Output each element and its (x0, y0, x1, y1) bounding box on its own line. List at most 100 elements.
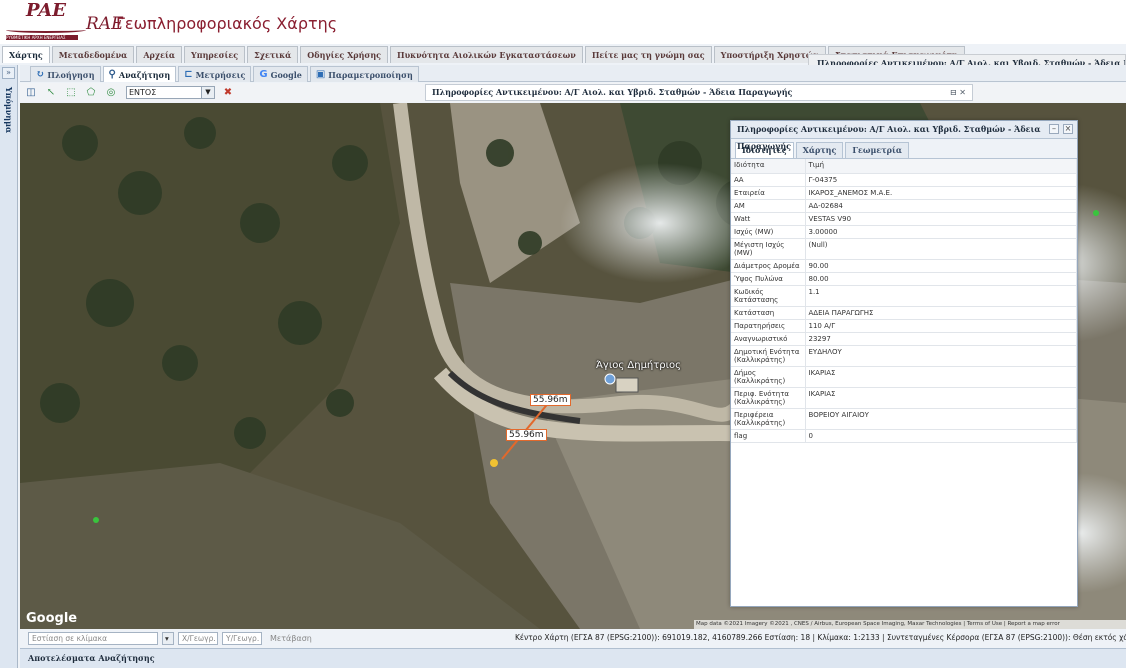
rae-logo: PAE RAE ΡΥΘΜΙΣΤΙΚΗ ΑΡΧΗ ΕΝΕΡΓΕΙΑΣ (4, 0, 124, 40)
table-row[interactable]: ΑΑ Γ-04375 (731, 173, 1077, 187)
google-icon: G (259, 68, 268, 80)
tab-files[interactable]: Αρχεία (136, 46, 183, 63)
property-name: Εταιρεία (731, 186, 806, 200)
property-value: 110 Α/Γ (805, 319, 1077, 333)
tab-services[interactable]: Υπηρεσίες (184, 46, 246, 63)
table-row[interactable]: Περιφέρεια (Καλλικράτης) ΒΟΡΕΙΟΥ ΑΙΓΑΙΟΥ (731, 408, 1077, 430)
property-value: ΑΔ-02684 (805, 199, 1077, 213)
table-row[interactable]: ΑΜ ΑΔ-02684 (731, 199, 1077, 213)
property-name: Αναγνωριστικό (731, 332, 806, 346)
table-row[interactable]: Αναγνωριστικό 23297 (731, 332, 1077, 346)
legend-label[interactable]: Υπόμνημα (4, 87, 14, 133)
logo-band: ΡΥΘΜΙΣΤΙΚΗ ΑΡΧΗ ΕΝΕΡΓΕΙΑΣ (6, 35, 78, 40)
info-window-title: Πληροφορίες Αντικειμένου: Α/Γ Αιολ. και … (432, 87, 793, 97)
property-name: flag (731, 429, 806, 443)
tool-tabs: ↻ Πλοήγηση ⚲ Αναζήτηση ⊏ Μετρήσεις G Google … (20, 65, 1126, 82)
tab-google[interactable]: G Google (253, 66, 308, 82)
property-name: Δημοτική Ενότητα (Καλλικράτης) (731, 345, 806, 367)
tab-geometry[interactable]: Γεωμετρία (845, 142, 909, 158)
property-value: ΙΚΑΡΟΣ_ΑΝΕΜΟΣ Μ.Α.Ε. (805, 186, 1077, 200)
column-header-property[interactable]: Ιδιότητα (731, 159, 806, 174)
column-header-value[interactable]: Τιμή (805, 159, 1077, 174)
tab-about[interactable]: Σχετικά (247, 46, 299, 63)
property-name: Μέγιστη Ισχύς (MW) (731, 238, 806, 260)
property-value: ΒΟΡΕΙΟΥ ΑΙΓΑΙΟΥ (805, 408, 1077, 430)
circle-select-icon[interactable]: ◎ (104, 86, 118, 100)
property-name: Δήμος (Καλλικράτης) (731, 366, 806, 388)
tab-wind-density[interactable]: Πυκνότητα Αιολικών Εγκαταστάσεων (390, 46, 583, 63)
spatial-filter-select[interactable]: ΕΝΤΟΣ (126, 86, 202, 99)
tab-search[interactable]: ⚲ Αναζήτηση (102, 66, 177, 82)
property-name: ΑΜ (731, 199, 806, 213)
property-name: Κατάσταση (731, 306, 806, 320)
property-value: 90.00 (805, 259, 1077, 273)
measurement-label: 55.96m (530, 394, 571, 406)
go-to-button[interactable]: Μετάβαση (270, 634, 312, 643)
property-value: Γ-04375 (805, 173, 1077, 187)
table-row[interactable]: Διάμετρος Δρομέα 90.00 (731, 259, 1077, 273)
table-row[interactable]: Περιφ. Ενότητα (Καλλικράτης) ΙΚΑΡΙΑΣ (731, 387, 1077, 409)
panel-header[interactable]: Πληροφορίες Αντικειμένου: Α/Γ Αιολ. και … (731, 121, 1077, 151)
window-controls[interactable]: ⊟ ✕ (950, 85, 966, 100)
tab-settings[interactable]: ▣ Παραμετροποίηση (309, 66, 419, 82)
chevron-down-icon[interactable]: ▼ (201, 86, 215, 99)
x-coordinate-input[interactable]: Χ/Γεωγρ. (178, 631, 218, 645)
search-icon: ⚲ (108, 68, 116, 80)
property-value: ΕΥΔΗΛΟΥ (805, 345, 1077, 367)
tab-feedback[interactable]: Πείτε μας τη γνώμη σας (584, 46, 712, 63)
property-name: Κωδικός Κατάστασης (731, 285, 806, 307)
expand-legend-button[interactable]: » (2, 67, 15, 79)
chevron-down-icon[interactable]: ▾ (162, 631, 174, 645)
property-value: VESTAS V90 (805, 212, 1077, 226)
property-name: Watt (731, 212, 806, 226)
table-row[interactable]: flag 0 (731, 429, 1077, 443)
point-select-icon[interactable]: ↖ (44, 86, 58, 100)
table-row[interactable]: Ισχύς (MW) 3.00000 (731, 225, 1077, 239)
property-value: 23297 (805, 332, 1077, 346)
map-status-bar: Εστίαση σε κλίμακα ▾ Χ/Γεωγρ. Υ/Γεωγρ. Μ… (20, 629, 1126, 647)
property-value: (Null) (805, 238, 1077, 260)
box-select-icon[interactable]: ⬚ (64, 86, 78, 100)
clear-selection-icon[interactable]: ✖ (221, 86, 235, 100)
property-name: Διάμετρος Δρομέα (731, 259, 806, 273)
close-icon[interactable]: × (1063, 124, 1073, 134)
select-all-icon[interactable]: ◫ (24, 86, 38, 100)
property-value: 3.00000 (805, 225, 1077, 239)
main-tabs: Χάρτης Μεταδεδομένα Αρχεία Υπηρεσίες Σχε… (0, 46, 965, 64)
table-header-row: Ιδιότητα Τιμή (731, 159, 1077, 174)
table-row[interactable]: Μέγιστη Ισχύς (MW) (Null) (731, 238, 1077, 260)
google-logo: Google (26, 611, 78, 626)
polygon-select-icon[interactable]: ⬠ (84, 86, 98, 100)
navigation-icon: ↻ (36, 68, 45, 80)
table-row[interactable]: Κατάσταση ΑΔΕΙΑ ΠΑΡΑΓΩΓΗΣ (731, 306, 1077, 320)
property-value: ΑΔΕΙΑ ΠΑΡΑΓΩΓΗΣ (805, 306, 1077, 320)
search-results-header[interactable]: Αποτελέσματα Αναζήτησης (20, 648, 1126, 668)
map-attribution[interactable]: Map data ©2021 Imagery ©2021 , CNES / Ai… (694, 620, 1126, 629)
table-row[interactable]: Δημοτική Ενότητα (Καλλικράτης) ΕΥΔΗΛΟΥ (731, 345, 1077, 367)
table-row[interactable]: Εταιρεία ΙΚΑΡΟΣ_ΑΝΕΜΟΣ Μ.Α.Ε. (731, 186, 1077, 200)
y-coordinate-input[interactable]: Υ/Γεωγρ. (222, 631, 262, 645)
settings-icon: ▣ (315, 68, 326, 80)
page-title: Γεωπληροφοριακός Χάρτης (116, 14, 338, 33)
table-row[interactable]: Ύψος Πυλώνα 80.00 (731, 272, 1077, 286)
tab-panel-map[interactable]: Χάρτης (795, 142, 844, 158)
scale-input[interactable]: Εστίαση σε κλίμακα (28, 631, 158, 645)
table-row[interactable]: Δήμος (Καλλικράτης) ΙΚΑΡΙΑΣ (731, 366, 1077, 388)
tab-map[interactable]: Χάρτης (2, 46, 50, 63)
tab-instructions[interactable]: Οδηγίες Χρήσης (300, 46, 389, 63)
tab-measurements[interactable]: ⊏ Μετρήσεις (178, 66, 252, 82)
property-name: ΑΑ (731, 173, 806, 187)
property-name: Ισχύς (MW) (731, 225, 806, 239)
ruler-icon: ⊏ (184, 68, 193, 80)
property-name: Περιφέρεια (Καλλικράτης) (731, 408, 806, 430)
tab-metadata[interactable]: Μεταδεδομένα (51, 46, 135, 63)
table-row[interactable]: Παρατηρήσεις 110 Α/Γ (731, 319, 1077, 333)
table-row[interactable]: Κωδικός Κατάστασης 1.1 (731, 285, 1077, 307)
tab-navigation[interactable]: ↻ Πλοήγηση (30, 66, 101, 82)
table-row[interactable]: Watt VESTAS V90 (731, 212, 1077, 226)
place-label: Άγιος Δημήτριος (596, 360, 682, 371)
property-name: Παρατηρήσεις (731, 319, 806, 333)
minimize-icon[interactable]: – (1049, 124, 1059, 134)
info-window-header: Πληροφορίες Αντικειμένου: Α/Γ Αιολ. και … (425, 84, 973, 101)
logo-greek: PAE (26, 0, 66, 21)
